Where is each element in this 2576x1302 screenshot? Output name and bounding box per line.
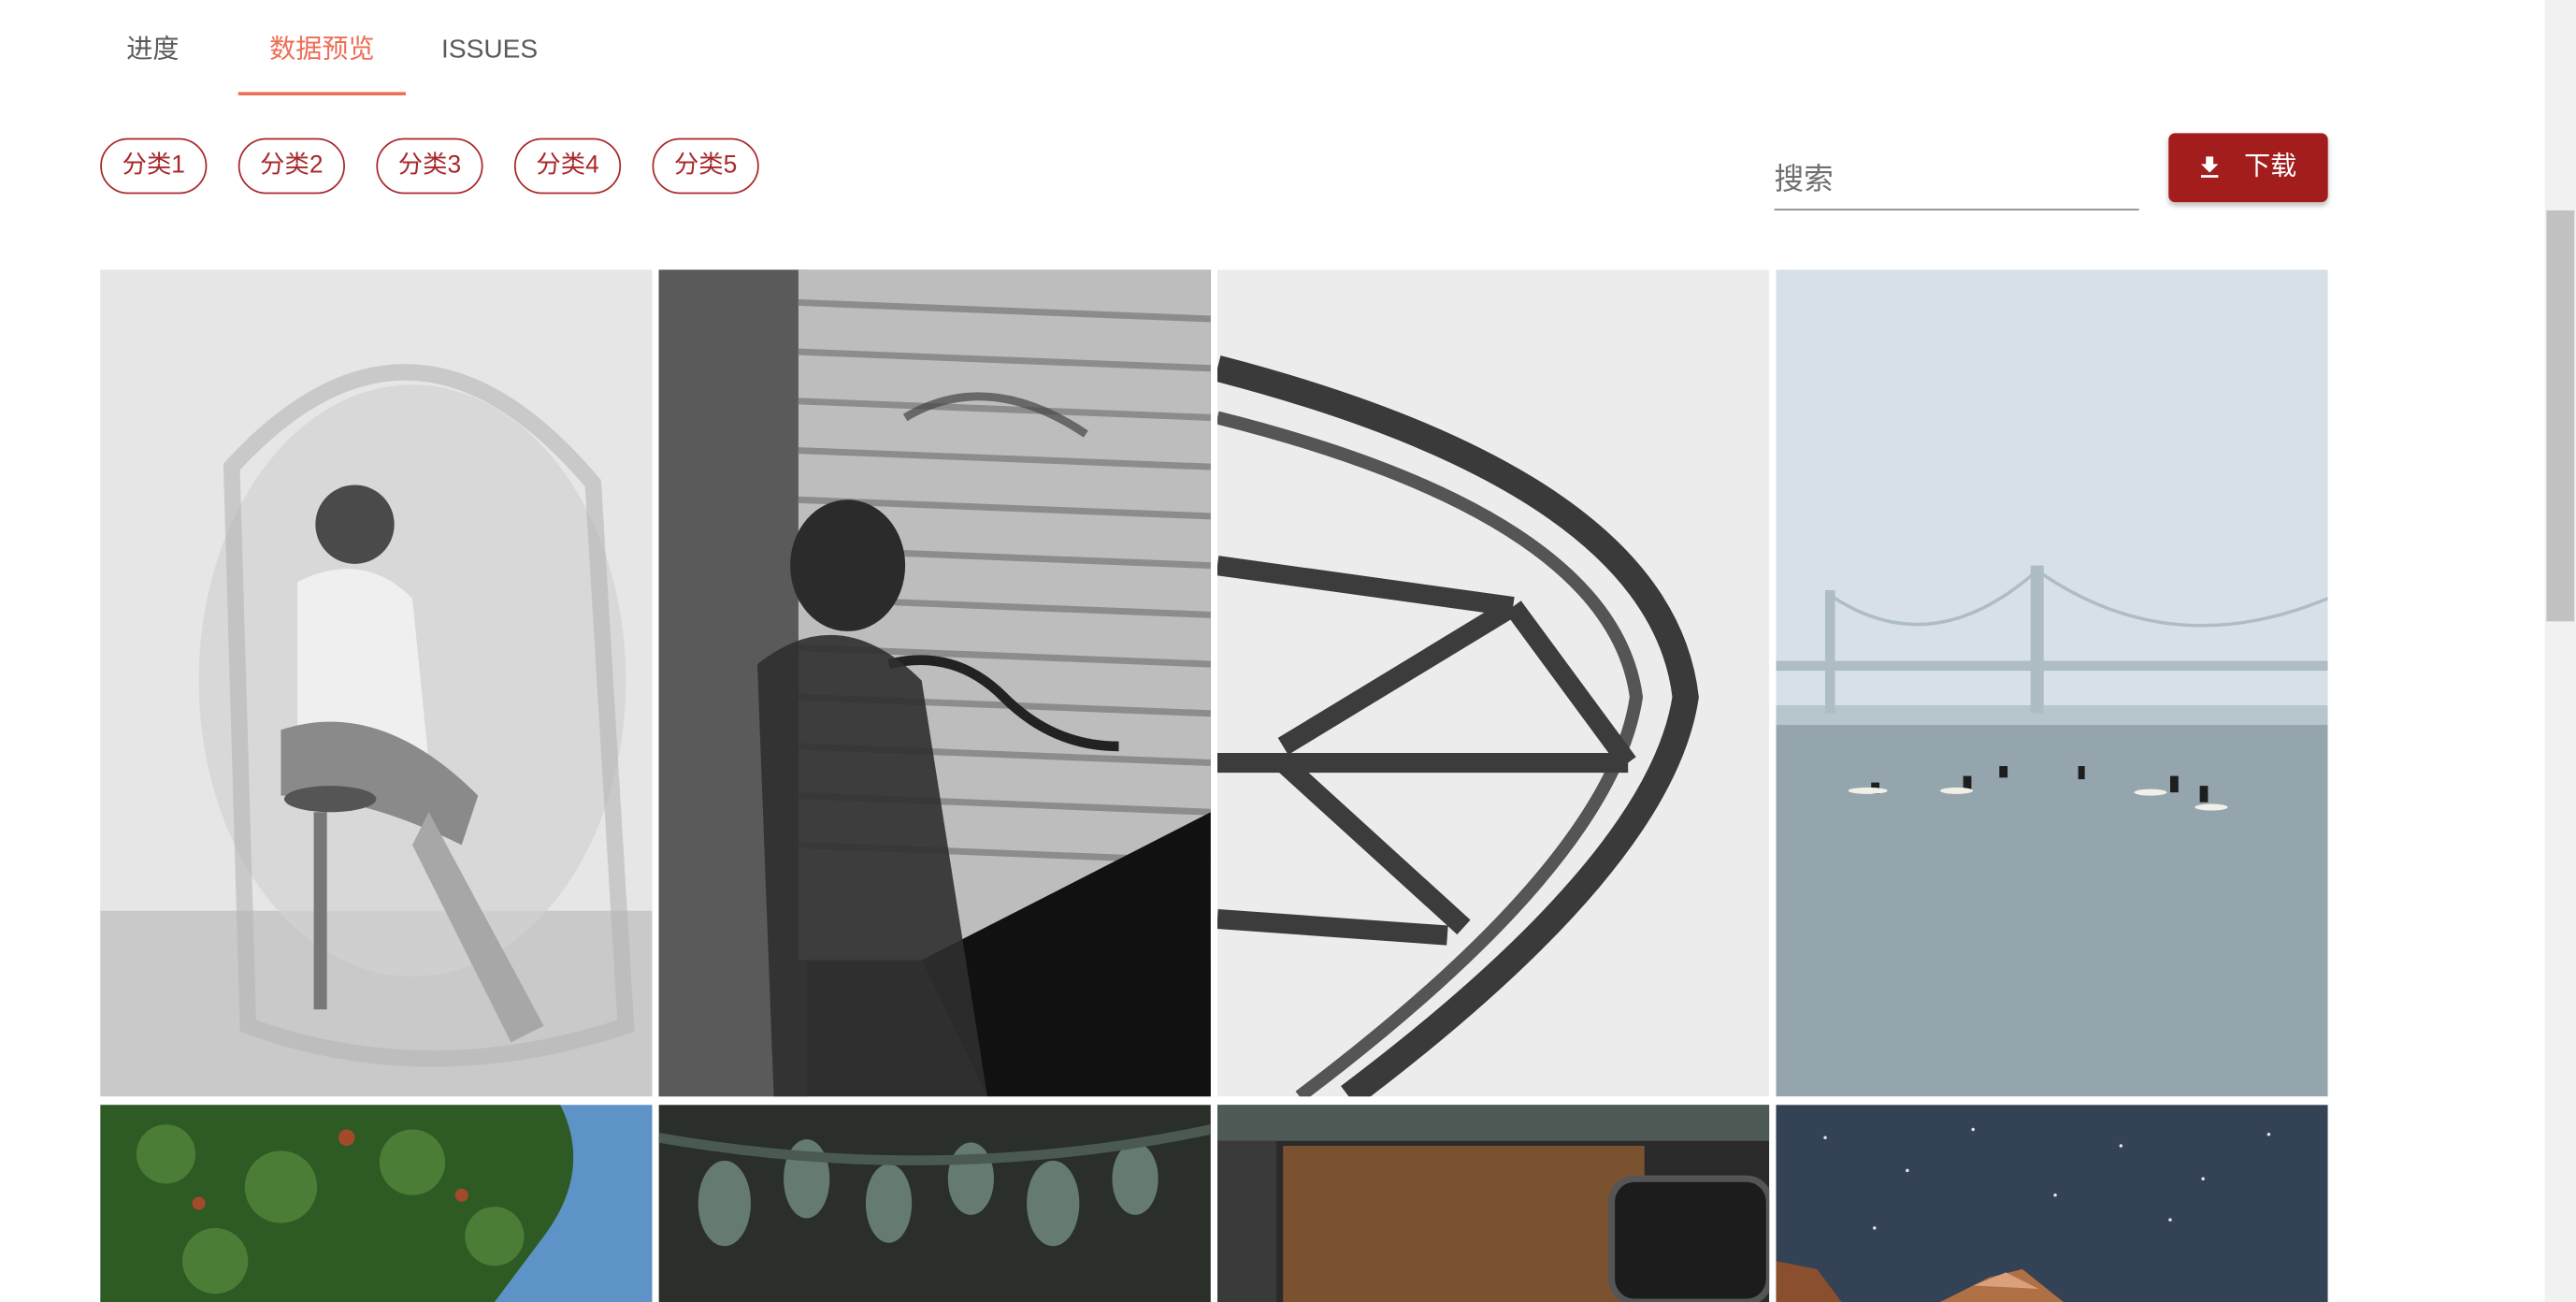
image-car-interior: [1216, 1105, 1770, 1302]
gallery-image[interactable]: [1776, 1105, 2328, 1302]
gallery-image[interactable]: [658, 1105, 1211, 1302]
vertical-scrollbar[interactable]: [2544, 0, 2576, 1302]
category-chip-1[interactable]: 分类1: [100, 137, 208, 195]
download-label: 下载: [2244, 152, 2297, 181]
gallery-image[interactable]: [100, 269, 653, 1097]
category-chip-2[interactable]: 分类2: [237, 137, 345, 195]
image-tree: [100, 1105, 653, 1302]
search-input[interactable]: [1774, 151, 2139, 210]
image-graffiti: [658, 269, 1211, 1097]
category-chip-5[interactable]: 分类5: [652, 137, 759, 195]
image-portrait: [100, 269, 653, 1097]
category-chip-3[interactable]: 分类3: [376, 137, 483, 195]
scrollbar-thumb[interactable]: [2546, 210, 2575, 622]
active-tab-indicator: [237, 92, 406, 95]
gallery-image[interactable]: [1776, 269, 2328, 1097]
gallery-image[interactable]: [658, 269, 1211, 1097]
image-night-mountains: [1776, 1105, 2328, 1302]
gallery-image[interactable]: [100, 1105, 653, 1302]
tab-data-preview[interactable]: 数据预览: [238, 33, 406, 69]
gallery-image[interactable]: [1216, 269, 1770, 1097]
image-succulent: [658, 1105, 1211, 1302]
category-chip-4[interactable]: 分类4: [513, 137, 622, 195]
tab-issues[interactable]: ISSUES: [430, 33, 549, 69]
download-button[interactable]: 下载: [2168, 133, 2328, 203]
tab-progress[interactable]: 进度: [98, 33, 207, 69]
download-icon: [2200, 156, 2219, 178]
image-roof-structure: [1216, 269, 1770, 1097]
gallery-image[interactable]: [1216, 1105, 1770, 1302]
image-foggy-bridge: [1776, 269, 2328, 1097]
